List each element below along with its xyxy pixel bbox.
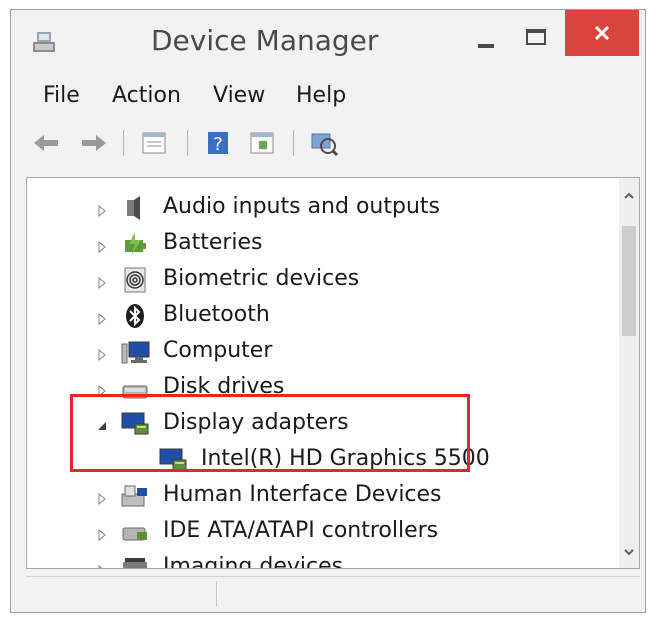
expand-arrow-icon[interactable]	[97, 346, 107, 362]
tree-item-ide[interactable]: IDE ATA/ATAPI controllers	[27, 514, 639, 550]
tree-item-label: Batteries	[163, 230, 263, 255]
svg-text:?: ?	[213, 134, 223, 155]
tree-item-computer[interactable]: Computer	[27, 334, 639, 370]
menu-action[interactable]: Action	[112, 82, 181, 110]
disk-drive-icon	[119, 374, 151, 402]
menu-bar: File Action View Help	[11, 76, 645, 114]
fingerprint-icon	[119, 266, 151, 294]
menu-help[interactable]: Help	[296, 82, 346, 110]
expand-arrow-icon[interactable]	[97, 202, 107, 218]
display-adapter-icon	[119, 410, 151, 438]
tree-item-display-adapters[interactable]: Display adapters	[27, 406, 639, 442]
forward-arrow-icon[interactable]	[79, 128, 109, 158]
tree-item-label: Display adapters	[163, 410, 349, 435]
speaker-icon	[119, 194, 151, 222]
expand-arrow-icon[interactable]	[97, 310, 107, 326]
bluetooth-icon	[119, 302, 151, 330]
expand-arrow-icon[interactable]	[97, 382, 107, 398]
ide-controller-icon	[119, 518, 151, 546]
tree-item-label: Computer	[163, 338, 273, 363]
expand-arrow-icon[interactable]	[97, 490, 107, 506]
update-driver-icon[interactable]	[247, 128, 277, 158]
collapse-arrow-icon[interactable]	[97, 418, 107, 430]
close-button[interactable]	[565, 10, 639, 56]
properties-icon[interactable]	[139, 128, 169, 158]
imaging-device-icon	[119, 554, 151, 568]
tree-item-batteries[interactable]: Batteries	[27, 226, 639, 262]
tree-item-label: Bluetooth	[163, 302, 270, 327]
tree-item-intel-hd-graphics[interactable]: Intel(R) HD Graphics 5500	[27, 442, 639, 478]
toolbar: ?	[11, 120, 645, 166]
toolbar-separator	[123, 130, 124, 156]
tree-item-imaging[interactable]: Imaging devices	[27, 550, 639, 569]
title-bar[interactable]: Device Manager	[11, 10, 645, 74]
tree-item-audio[interactable]: Audio inputs and outputs	[27, 190, 639, 226]
tree-item-label: Biometric devices	[163, 266, 360, 291]
tree-item-bluetooth[interactable]: Bluetooth	[27, 298, 639, 334]
status-bar	[26, 576, 640, 609]
maximize-button[interactable]	[516, 18, 556, 58]
tree-item-label: Human Interface Devices	[163, 482, 442, 507]
tree-item-disk-drives[interactable]: Disk drives	[27, 370, 639, 406]
minimize-button[interactable]	[466, 18, 506, 58]
menu-view[interactable]: View	[213, 82, 265, 110]
expand-arrow-icon[interactable]	[97, 562, 107, 568]
tree-item-label: IDE ATA/ATAPI controllers	[163, 518, 439, 543]
scan-hardware-icon[interactable]	[309, 128, 339, 158]
toolbar-separator	[187, 130, 188, 156]
status-divider	[216, 581, 217, 607]
help-icon[interactable]: ?	[203, 128, 233, 158]
tree-item-biometric[interactable]: Biometric devices	[27, 262, 639, 298]
back-arrow-icon[interactable]	[31, 128, 61, 158]
device-manager-window: Device Manager File Action View Help ? A…	[10, 9, 646, 613]
scrollbar-thumb[interactable]	[622, 226, 636, 336]
battery-icon	[119, 230, 151, 258]
close-icon	[594, 25, 610, 41]
tree-item-label: Intel(R) HD Graphics 5500	[201, 446, 490, 471]
display-adapter-icon	[157, 446, 189, 474]
scroll-up-arrow-icon[interactable]	[622, 188, 636, 202]
device-manager-app-icon	[29, 28, 59, 56]
tree-item-label: Audio inputs and outputs	[163, 194, 440, 219]
tree-item-hid[interactable]: Human Interface Devices	[27, 478, 639, 514]
device-tree[interactable]: Audio inputs and outputs Batteries Biome…	[26, 177, 640, 569]
hid-icon	[119, 482, 151, 510]
vertical-scrollbar[interactable]	[619, 178, 639, 568]
menu-file[interactable]: File	[43, 82, 80, 110]
expand-arrow-icon[interactable]	[97, 526, 107, 542]
scroll-down-arrow-icon[interactable]	[622, 544, 636, 558]
toolbar-separator	[293, 130, 294, 156]
window-title: Device Manager	[151, 24, 379, 57]
expand-arrow-icon[interactable]	[97, 238, 107, 254]
computer-icon	[119, 338, 151, 366]
tree-item-label: Imaging devices	[163, 554, 344, 569]
tree-item-label: Disk drives	[163, 374, 285, 399]
expand-arrow-icon[interactable]	[97, 274, 107, 290]
